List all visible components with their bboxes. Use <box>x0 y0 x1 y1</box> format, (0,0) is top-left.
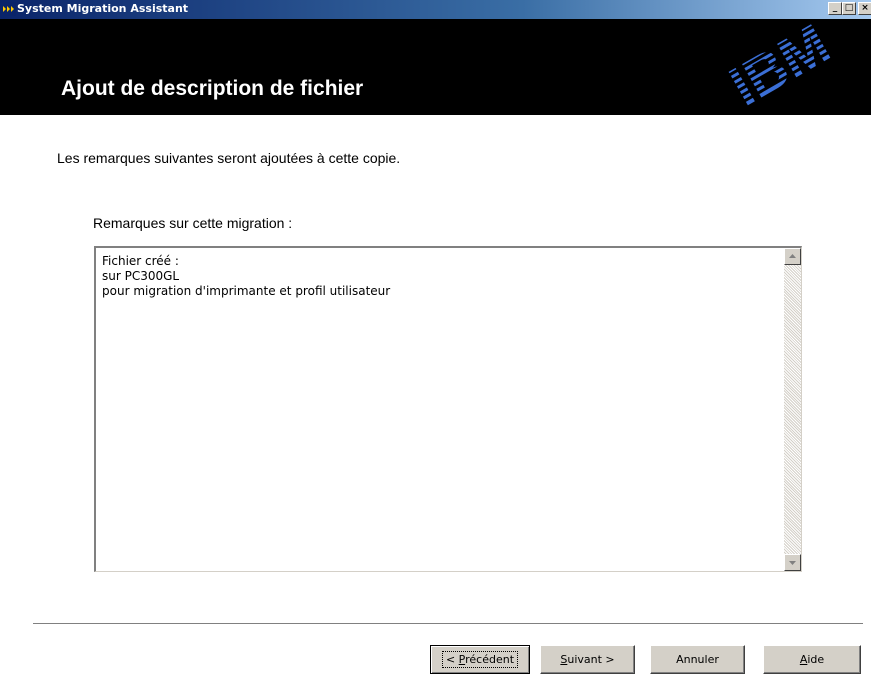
notes-line: Fichier créé : <box>102 254 179 268</box>
previous-button-prefix: < <box>445 653 459 666</box>
maximize-button[interactable]: □ <box>842 2 856 15</box>
window-titlebar[interactable]: System Migration Assistant _ □ × <box>0 0 871 19</box>
notes-textarea[interactable]: Fichier créé : sur PC300GL pour migratio… <box>94 246 802 572</box>
page-title: Ajout de description de fichier <box>61 77 364 100</box>
wizard-header: Ajout de description de fichier IBM <box>0 8 871 119</box>
migration-arrows-icon <box>2 2 16 16</box>
triangle-up-icon <box>789 254 796 258</box>
scroll-down-button[interactable] <box>784 554 801 571</box>
cancel-button[interactable]: Annuler <box>650 645 745 674</box>
ibm-logo: IBM <box>697 8 850 119</box>
footer-separator <box>33 623 863 625</box>
next-button[interactable]: Suivant > <box>540 645 635 674</box>
close-icon: × <box>861 3 869 13</box>
notes-line: pour migration d'imprimante et profil ut… <box>102 284 391 298</box>
minimize-icon: _ <box>832 3 838 13</box>
close-button[interactable]: × <box>858 2 871 15</box>
scroll-up-button[interactable] <box>784 248 801 265</box>
previous-button-rest: récédent <box>465 653 515 666</box>
notes-scrollbar[interactable] <box>784 248 801 571</box>
notes-line: sur PC300GL <box>102 269 180 283</box>
notes-content[interactable]: Fichier créé : sur PC300GL pour migratio… <box>102 254 782 299</box>
minimize-button[interactable]: _ <box>828 2 842 15</box>
intro-text: Les remarques suivantes seront ajoutées … <box>57 150 401 166</box>
notes-label: Remarques sur cette migration : <box>93 215 293 231</box>
help-button-rest: ide <box>807 653 825 666</box>
triangle-down-icon <box>789 561 796 565</box>
next-button-rest: uivant > <box>567 653 615 666</box>
previous-button-label: < Précédent <box>441 651 519 668</box>
maximize-icon: □ <box>844 3 854 13</box>
previous-button[interactable]: < Précédent <box>430 645 530 674</box>
window-title: System Migration Assistant <box>17 2 189 15</box>
help-button[interactable]: Aide <box>763 645 861 674</box>
